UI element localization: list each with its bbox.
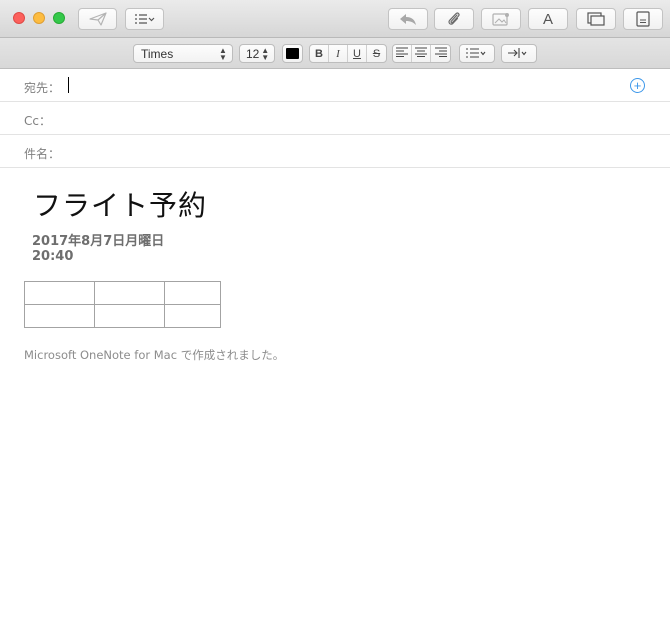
- strikethrough-button[interactable]: S: [367, 45, 386, 62]
- minimize-window-button[interactable]: [33, 12, 45, 24]
- plus-icon: +: [633, 78, 642, 93]
- note-title: フライト予約: [33, 189, 208, 222]
- table-cell[interactable]: [24, 304, 95, 328]
- paperclip-icon: [447, 11, 461, 27]
- updown-arrows-icon: ▲ ▼: [219, 45, 227, 62]
- note-table: [24, 281, 221, 328]
- photo-browser-icon: [492, 12, 510, 26]
- table-row: [24, 281, 221, 305]
- align-left-button[interactable]: [393, 45, 412, 62]
- window-icon: [587, 12, 605, 26]
- subject-field[interactable]: 件名：: [0, 135, 670, 168]
- attach-button[interactable]: [434, 8, 474, 30]
- font-size-value: 12: [246, 46, 260, 61]
- align-center-icon: [415, 47, 427, 60]
- alignment-group: [392, 44, 451, 63]
- note-date: 2017年8月7日月曜日: [32, 234, 165, 249]
- font-family-select[interactable]: Times ▲ ▼: [133, 44, 233, 63]
- updown-arrows-icon: ▲ ▼: [261, 45, 270, 62]
- font-family-value: Times: [141, 46, 174, 61]
- stationery-icon: [636, 11, 650, 27]
- cc-label: Cc：: [24, 114, 51, 128]
- align-right-icon: [434, 47, 447, 60]
- bold-button[interactable]: B: [310, 45, 329, 62]
- indent-button[interactable]: [501, 44, 537, 63]
- underline-button[interactable]: U: [348, 45, 367, 62]
- reply-icon: [399, 12, 417, 26]
- table-cell[interactable]: [24, 281, 95, 305]
- reply-button[interactable]: [388, 8, 428, 30]
- window-toolbar: A: [0, 0, 670, 38]
- text-cursor: [68, 77, 69, 93]
- text-color-swatch: [286, 48, 299, 59]
- list-style-button[interactable]: [459, 44, 495, 63]
- photo-browser-button[interactable]: [481, 8, 521, 30]
- font-icon: A: [542, 10, 553, 28]
- cc-field[interactable]: Cc：: [0, 102, 670, 135]
- send-icon: [88, 12, 107, 26]
- table-cell[interactable]: [164, 304, 221, 328]
- add-contact-button[interactable]: +: [630, 78, 645, 93]
- list-icon: [466, 47, 488, 61]
- table-row: [24, 304, 221, 328]
- close-window-button[interactable]: [13, 12, 25, 24]
- font-size-select[interactable]: 12 ▲ ▼: [239, 44, 275, 63]
- window-button[interactable]: [576, 8, 616, 30]
- note-time: 20:40: [32, 249, 74, 264]
- to-label: 宛先：: [24, 81, 61, 95]
- table-cell[interactable]: [94, 304, 165, 328]
- align-right-button[interactable]: [431, 45, 450, 62]
- table-cell[interactable]: [164, 281, 221, 305]
- fonts-button[interactable]: A: [528, 8, 568, 30]
- format-bar: Times ▲ ▼ 12 ▲ ▼ B I U S: [0, 38, 670, 69]
- created-with-note: Microsoft OneNote for Mac で作成されました。: [24, 348, 285, 362]
- header-fields-icon: [134, 14, 156, 24]
- subject-label: 件名：: [24, 147, 61, 161]
- text-color-button[interactable]: [282, 44, 303, 63]
- stationery-button[interactable]: [623, 8, 663, 30]
- italic-button[interactable]: I: [329, 45, 348, 62]
- header-fields-button[interactable]: [125, 8, 164, 30]
- table-cell[interactable]: [94, 281, 165, 305]
- zoom-window-button[interactable]: [53, 12, 65, 24]
- indent-icon: [508, 47, 530, 61]
- align-center-button[interactable]: [412, 45, 431, 62]
- send-button[interactable]: [78, 8, 117, 30]
- align-left-icon: [396, 47, 408, 60]
- to-field[interactable]: 宛先： +: [0, 69, 670, 102]
- style-buttons-group: B I U S: [309, 44, 387, 63]
